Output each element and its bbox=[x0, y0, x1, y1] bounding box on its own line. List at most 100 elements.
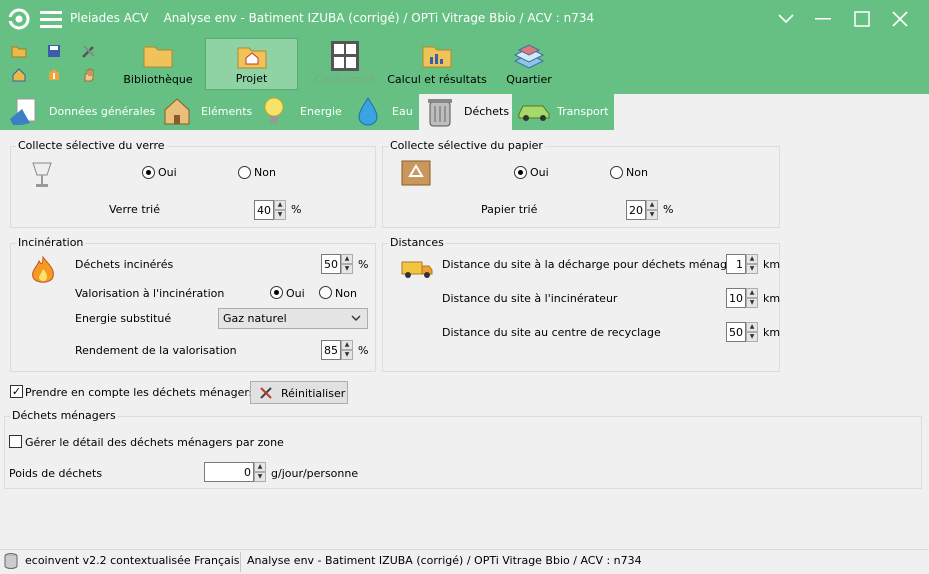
poids-dechets-value[interactable]: 0 bbox=[204, 462, 254, 482]
verre-group bbox=[10, 146, 376, 228]
ribbon-calcul-button[interactable]: Calcul et résultats bbox=[387, 38, 487, 90]
dechets-incineres-unit: % bbox=[358, 258, 369, 271]
spin-up-icon[interactable]: ▲ bbox=[341, 254, 353, 264]
tools-icon[interactable] bbox=[81, 43, 97, 59]
distances-group-title: Distances bbox=[388, 236, 446, 249]
verre-trie-stepper[interactable]: 40 ▲ ▼ bbox=[254, 200, 286, 220]
dechets-incineres-label: Déchets incinérés bbox=[75, 258, 174, 271]
tab-dechets[interactable]: Déchets bbox=[419, 94, 512, 130]
ribbon-quartier-button[interactable]: Quartier bbox=[495, 38, 563, 90]
spin-down-icon[interactable]: ▼ bbox=[341, 264, 353, 274]
spin-down-icon[interactable]: ▼ bbox=[254, 472, 266, 482]
dechets-incineres-value[interactable]: 50 bbox=[321, 254, 341, 274]
close-button[interactable] bbox=[883, 0, 917, 38]
spin-down-icon[interactable]: ▼ bbox=[746, 264, 758, 274]
tab-transport[interactable]: Transport bbox=[513, 94, 614, 130]
glass-icon bbox=[32, 162, 52, 187]
detail-zone-label: Gérer le détail des déchets ménagers par… bbox=[25, 436, 284, 449]
tab-strip: Données générales Eléments Energie Eau D… bbox=[0, 94, 929, 130]
minimize-button[interactable] bbox=[806, 0, 840, 38]
menu-icon[interactable] bbox=[40, 10, 62, 31]
car-icon bbox=[518, 105, 550, 121]
spin-down-icon[interactable]: ▼ bbox=[341, 350, 353, 360]
title-bar: Pleiades ACV Analyse env - Batiment IZUB… bbox=[0, 0, 929, 38]
prendre-compte-label: Prendre en compte les déchets ménagers bbox=[25, 386, 255, 399]
prendre-compte-checkbox[interactable]: ✓ bbox=[10, 385, 23, 398]
verre-non-radio[interactable] bbox=[238, 166, 251, 179]
ribbon-conformite-button[interactable]: Conformité bbox=[302, 38, 388, 90]
distance-recyclage-stepper[interactable]: 50 ▲ ▼ bbox=[726, 322, 758, 342]
verre-trie-value[interactable]: 40 bbox=[254, 200, 274, 220]
poids-dechets-unit: g/jour/personne bbox=[271, 467, 359, 480]
rendement-stepper[interactable]: 85 ▲ ▼ bbox=[321, 340, 353, 360]
spin-up-icon[interactable]: ▲ bbox=[746, 288, 758, 298]
ribbon-label: Quartier bbox=[506, 73, 552, 86]
trash-can-icon bbox=[428, 99, 452, 127]
tab-donnees-generales[interactable]: Données générales bbox=[0, 94, 157, 130]
hand-icon[interactable] bbox=[81, 67, 97, 83]
valorisation-non-label: Non bbox=[335, 287, 357, 300]
spin-down-icon[interactable]: ▼ bbox=[746, 298, 758, 308]
chevron-down-icon bbox=[351, 315, 361, 321]
tab-label: Données générales bbox=[49, 105, 156, 118]
distance-incinerateur-label: Distance du site à l'incinérateur bbox=[442, 292, 618, 305]
home-icon[interactable] bbox=[11, 67, 27, 83]
rendement-value[interactable]: 85 bbox=[321, 340, 341, 360]
minimize-icon bbox=[815, 18, 831, 20]
verre-group-title: Collecte sélective du verre bbox=[16, 139, 167, 152]
ribbon-projet-button[interactable]: Projet bbox=[205, 38, 298, 90]
energie-substitue-select[interactable]: Gaz naturel bbox=[218, 308, 368, 329]
ribbon-label: Projet bbox=[235, 72, 268, 85]
export-icon[interactable] bbox=[46, 67, 62, 83]
papier-group bbox=[382, 146, 780, 228]
tab-label: Energie bbox=[300, 105, 342, 118]
ribbon-bibliotheque-button[interactable]: Bibliothèque bbox=[122, 38, 194, 90]
spin-down-icon[interactable]: ▼ bbox=[274, 210, 286, 220]
status-bar: ecoinvent v2.2 contextualisée Français A… bbox=[0, 549, 929, 574]
maximize-button[interactable] bbox=[845, 0, 879, 38]
distance-incinerateur-stepper[interactable]: 10 ▲ ▼ bbox=[726, 288, 758, 308]
ribbon-label: Conformité bbox=[314, 73, 376, 86]
distance-recyclage-value[interactable]: 50 bbox=[726, 322, 746, 342]
papier-non-radio[interactable] bbox=[610, 166, 623, 179]
poids-dechets-stepper[interactable]: 0 ▲ ▼ bbox=[204, 462, 266, 482]
tab-elements[interactable]: Eléments bbox=[158, 94, 254, 130]
water-drop-icon bbox=[358, 97, 378, 126]
valorisation-oui-radio[interactable] bbox=[270, 286, 283, 299]
spin-down-icon[interactable]: ▼ bbox=[646, 210, 658, 220]
poids-dechets-label: Poids de déchets bbox=[9, 467, 103, 480]
distance-incinerateur-unit: km bbox=[763, 292, 781, 305]
energie-substitue-value: Gaz naturel bbox=[223, 312, 287, 325]
spin-up-icon[interactable]: ▲ bbox=[341, 340, 353, 350]
status-database: ecoinvent v2.2 contextualisée Français bbox=[25, 554, 240, 567]
open-icon[interactable] bbox=[11, 43, 27, 59]
papier-oui-radio[interactable] bbox=[514, 166, 527, 179]
distance-decharge-stepper[interactable]: 1 ▲ ▼ bbox=[726, 254, 758, 274]
papier-trie-stepper[interactable]: 20 ▲ ▼ bbox=[626, 200, 658, 220]
spin-up-icon[interactable]: ▲ bbox=[274, 200, 286, 210]
verre-oui-radio[interactable] bbox=[142, 166, 155, 179]
spin-up-icon[interactable]: ▲ bbox=[646, 200, 658, 210]
spin-up-icon[interactable]: ▲ bbox=[254, 462, 266, 472]
collapse-ribbon-button[interactable] bbox=[769, 0, 803, 38]
save-icon[interactable] bbox=[46, 43, 62, 59]
tab-label: Eau bbox=[392, 105, 413, 118]
spin-up-icon[interactable]: ▲ bbox=[746, 322, 758, 332]
menagers-group-title: Déchets ménagers bbox=[10, 409, 118, 422]
distance-incinerateur-value[interactable]: 10 bbox=[726, 288, 746, 308]
tab-energie[interactable]: Energie bbox=[255, 94, 349, 130]
spin-down-icon[interactable]: ▼ bbox=[746, 332, 758, 342]
tab-eau[interactable]: Eau bbox=[350, 94, 418, 130]
valorisation-non-radio[interactable] bbox=[319, 286, 332, 299]
truck-icon bbox=[401, 261, 433, 278]
database-icon bbox=[4, 553, 18, 569]
energie-substitue-label: Energie substitué bbox=[75, 312, 172, 325]
spin-up-icon[interactable]: ▲ bbox=[746, 254, 758, 264]
distance-decharge-value[interactable]: 1 bbox=[726, 254, 746, 274]
reinitialiser-button[interactable]: Réinitialiser bbox=[250, 381, 348, 404]
papier-trie-value[interactable]: 20 bbox=[626, 200, 646, 220]
dechets-incineres-stepper[interactable]: 50 ▲ ▼ bbox=[321, 254, 353, 274]
valorisation-oui-label: Oui bbox=[286, 287, 305, 300]
ec-label-icon bbox=[331, 41, 359, 71]
detail-zone-checkbox[interactable] bbox=[9, 435, 22, 448]
